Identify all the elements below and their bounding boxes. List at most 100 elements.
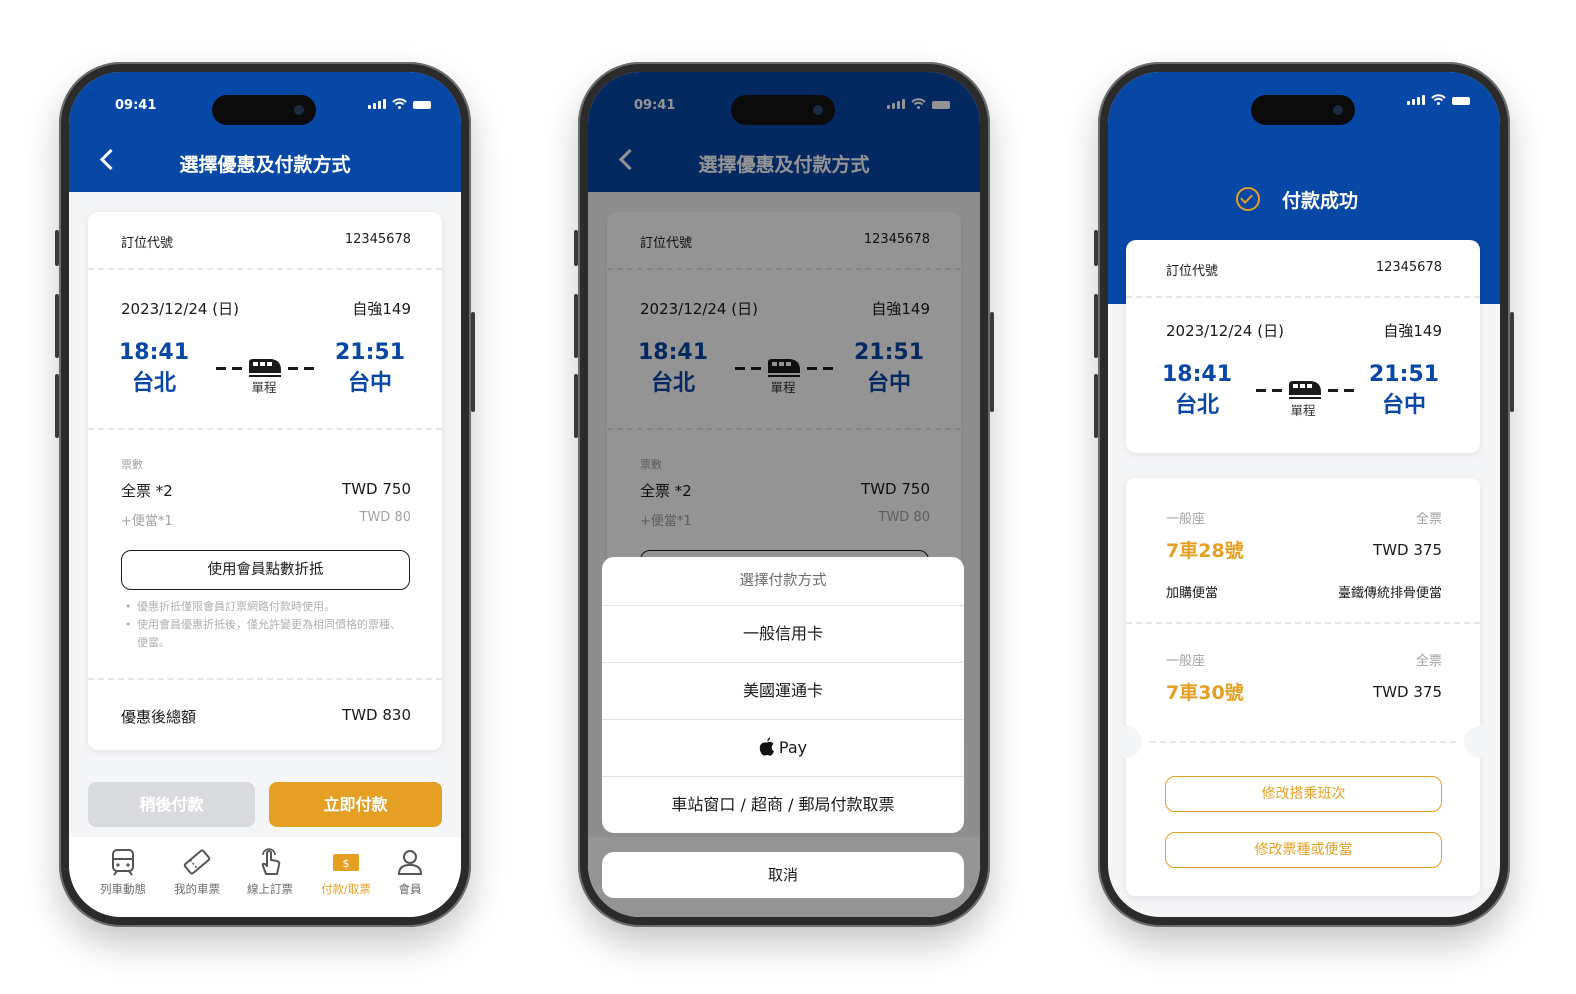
arrival: 21:51 台中 — [326, 340, 414, 397]
volume-down-button — [1094, 374, 1098, 438]
departure-time: 18:41 — [118, 340, 190, 365]
signal-icon — [1407, 95, 1425, 105]
phone-screen-payment-success: 付款成功 訂位代號 12345678 2023/12/24 (日) 自強149 … — [1094, 62, 1514, 927]
volume-down-button — [574, 374, 578, 438]
change-train-button[interactable]: 修改搭乘班次 — [1165, 776, 1442, 812]
battery-icon — [413, 101, 431, 109]
total-amount: TWD 830 — [342, 706, 411, 724]
departure-time: 18:41 — [1161, 362, 1233, 387]
divider — [88, 678, 442, 680]
tickets-label: 票數 — [121, 458, 143, 471]
total-row: 優惠後總額 TWD 830 — [121, 706, 411, 727]
note-1: 優惠折抵僅限會員訂票網路付款時使用。 — [121, 598, 411, 616]
tab-bar: 列車動態 我的車票 線上訂票 $ 付款/取票 會員 — [69, 837, 461, 917]
arrival-time: 21:51 — [334, 340, 406, 365]
trip-type: 單程 — [251, 380, 277, 395]
seat-2-row: 7車30號 TWD 375 — [1166, 678, 1442, 705]
ticket-type: 全票 — [1415, 654, 1442, 669]
mute-switch — [574, 230, 578, 266]
booking-code-label: 訂位代號 — [121, 236, 174, 251]
arrival: 21:51 台中 — [1360, 362, 1448, 419]
divider — [1126, 296, 1480, 298]
addon-name: 臺鐵傳統排骨便當 — [1337, 586, 1442, 601]
arrival-time: 21:51 — [1368, 362, 1440, 387]
user-icon — [395, 847, 425, 877]
booking-code: 12345678 — [344, 232, 411, 247]
tab-member[interactable]: 會員 — [375, 837, 445, 897]
train-number: 自強149 — [1383, 322, 1442, 340]
mute-switch — [55, 230, 59, 266]
discount-notes: 優惠折抵僅限會員訂票網路付款時使用。 使用會員優惠折抵後，僅允許變更為相同價格的… — [121, 598, 411, 652]
arrival-station: 台中 — [347, 371, 392, 396]
booking-card: 訂位代號 12345678 2023/12/24 (日) 自強149 18:41… — [1126, 240, 1480, 453]
pay-later-button[interactable]: 稍後付款 — [88, 782, 255, 827]
wifi-icon — [392, 98, 407, 109]
status-time: 09:41 — [115, 98, 157, 113]
trip-date-row: 2023/12/24 (日) 自強149 — [121, 298, 411, 319]
wifi-icon — [1431, 94, 1446, 105]
addon-label: 加購便當 — [1166, 586, 1219, 601]
pay-now-button[interactable]: 立即付款 — [269, 782, 442, 827]
tab-label: 我的車票 — [174, 882, 220, 896]
tap-hand-icon — [255, 847, 285, 877]
arrival-station: 台中 — [1381, 393, 1426, 418]
departure: 18:41 台北 — [1153, 362, 1241, 419]
seat-1-class-row: 一般座 全票 — [1166, 508, 1442, 527]
divider — [88, 268, 442, 270]
bento: +便當*1 — [121, 514, 173, 529]
train-icon — [249, 359, 281, 377]
trip-date: 2023/12/24 (日) — [121, 300, 239, 318]
divider — [88, 428, 442, 430]
option-amex[interactable]: 美國運通卡 — [602, 662, 964, 719]
full-ticket: 全票 *2 — [121, 482, 173, 500]
booking-code-row: 訂位代號 12345678 — [121, 232, 411, 251]
tab-payment[interactable]: $ 付款/取票 — [311, 837, 381, 897]
trip-type: 單程 — [1290, 403, 1316, 418]
volume-up-button — [574, 294, 578, 358]
power-button — [1510, 312, 1514, 412]
tab-label: 線上訂票 — [247, 882, 293, 896]
divider — [1150, 741, 1456, 743]
tab-online-booking[interactable]: 線上訂票 — [235, 837, 305, 897]
app-header: 09:41 選擇優惠及付款方式 — [69, 72, 461, 192]
volume-up-button — [55, 294, 59, 358]
departure: 18:41 台北 — [110, 340, 198, 397]
tab-train-status[interactable]: 列車動態 — [88, 837, 158, 897]
train-front-icon — [108, 847, 138, 877]
departure-station: 台北 — [131, 371, 176, 396]
volume-down-button — [55, 374, 59, 438]
dynamic-island — [1251, 95, 1355, 125]
cancel-button[interactable]: 取消 — [602, 852, 964, 898]
ticket-icon — [182, 847, 212, 877]
page-title: 選擇優惠及付款方式 — [179, 154, 351, 176]
bento-price: TWD 80 — [359, 510, 411, 525]
seat-price: TWD 375 — [1373, 682, 1442, 701]
screen: 付款成功 訂位代號 12345678 2023/12/24 (日) 自強149 … — [1108, 72, 1500, 917]
ticket-notch-left — [1110, 726, 1142, 758]
volume-up-button — [1094, 294, 1098, 358]
change-ticket-button[interactable]: 修改票種或便當 — [1165, 832, 1442, 868]
route-line — [1253, 380, 1357, 400]
option-counter-store-post[interactable]: 車站窗口 / 超商 / 郵局付款取票 — [602, 776, 964, 833]
departure-station: 台北 — [1174, 393, 1219, 418]
option-credit-card[interactable]: 一般信用卡 — [602, 605, 964, 662]
booking-code: 12345678 — [1375, 260, 1442, 275]
full-ticket-price: TWD 750 — [342, 480, 411, 498]
bento-row: +便當*1 TWD 80 — [121, 510, 411, 529]
power-button — [990, 312, 994, 412]
use-points-button[interactable]: 使用會員點數折抵 — [121, 550, 410, 590]
note-2: 使用會員優惠折抵後，僅允許變更為相同價格的票種、便當。 — [121, 616, 411, 652]
train-number: 自強149 — [352, 300, 411, 318]
option-apple-pay[interactable]: Pay — [602, 719, 964, 776]
route-line — [213, 358, 317, 378]
mute-switch — [1094, 230, 1098, 266]
dynamic-island — [731, 95, 835, 125]
seat-number: 7車30號 — [1166, 682, 1244, 704]
seat-class: 一般座 — [1166, 512, 1206, 527]
tab-my-tickets[interactable]: 我的車票 — [162, 837, 232, 897]
bento-addon-row: 加購便當 臺鐵傳統排骨便當 — [1166, 582, 1442, 601]
full-ticket-row: 全票 *2 TWD 750 — [121, 480, 411, 501]
battery-icon — [1452, 97, 1470, 105]
booking-card: 訂位代號 12345678 2023/12/24 (日) 自強149 18:41… — [88, 212, 442, 750]
status-icons — [1407, 94, 1470, 105]
